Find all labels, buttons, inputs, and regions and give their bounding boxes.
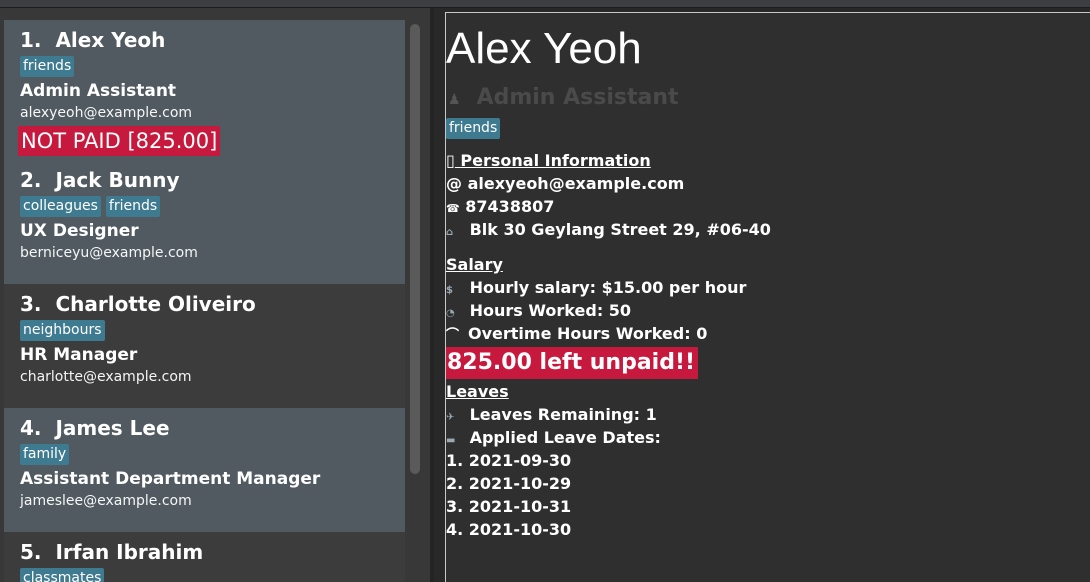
person-name: 3. Charlotte Oliveiro [20, 292, 256, 316]
leaves-remaining: ✈ Leaves Remaining: 1 [446, 404, 657, 429]
calendar-icon: ▬ [446, 435, 456, 446]
person-detail-panel: Alex Yeoh ♟ Admin Assistant friends ▯ Per… [445, 12, 1090, 582]
dollar-icon: $ [446, 285, 453, 296]
tag-badge: friends [105, 196, 161, 217]
person-card[interactable]: 2. Jack Bunny colleagues friends UX Desig… [4, 160, 405, 284]
salary-heading: Salary [446, 255, 503, 274]
detail-phone: ☎ 87438807 [446, 197, 555, 216]
at-icon: @ [446, 174, 462, 193]
leave-date: 1. 2021-09-30 [446, 451, 572, 470]
list-scrollbar[interactable] [410, 24, 420, 474]
tag-badge: colleagues [20, 196, 101, 217]
overtime-hours: ⌒ Overtime Hours Worked: 0 [446, 323, 707, 347]
overtime-icon: ⌒ [446, 328, 460, 343]
person-name: 1. Alex Yeoh [20, 28, 166, 52]
person-role: HR Manager [20, 345, 138, 365]
person-email: charlotte@example.com [20, 369, 192, 385]
applied-leave-heading: ▬ Applied Leave Dates: [446, 427, 661, 452]
tag-badge: friends [20, 56, 75, 77]
person-card[interactable]: 3. Charlotte Oliveiro neighbours HR Mana… [4, 284, 405, 408]
detail-name: Alex Yeoh [446, 24, 642, 73]
personal-info-heading: ▯ Personal Information [446, 151, 651, 170]
person-icon: ♟ [448, 92, 461, 108]
detail-email: @ alexyeoh@example.com [446, 174, 685, 193]
person-role: UX Designer [20, 221, 139, 241]
person-name: 4. James Lee [20, 416, 170, 440]
phone-icon: ☎ [446, 202, 460, 215]
detail-address: ⌂ Blk 30 Geylang Street 29, #06-40 [446, 219, 771, 244]
unpaid-amount-badge: 825.00 left unpaid!! [446, 347, 699, 379]
detail-role: ♟ Admin Assistant [448, 85, 679, 110]
clock-icon: ◔ [446, 308, 455, 319]
person-list-panel: 1. Alex Yeoh friends Admin Assistant ale… [0, 8, 430, 582]
top-toolbar [0, 0, 1090, 8]
person-email: berniceyu@example.com [20, 245, 198, 261]
hourly-salary: $ Hourly salary: $15.00 per hour [446, 277, 746, 302]
person-email: jameslee@example.com [20, 493, 192, 509]
tag-badge: friends [446, 118, 501, 139]
person-role: Assistant Department Manager [20, 469, 321, 489]
tag-badge: classmates [20, 568, 105, 582]
unpaid-badge: NOT PAID [825.00] [18, 126, 221, 156]
person-card[interactable]: 5. Irfan Ibrahim classmates [4, 532, 405, 582]
detail-tag: friends [446, 117, 505, 139]
tag-badge: family [20, 444, 70, 465]
person-role: Admin Assistant [20, 81, 177, 101]
tag-badge: neighbours [20, 320, 105, 341]
person-card[interactable]: 4. James Lee family Assistant Department… [4, 408, 405, 532]
person-card[interactable]: 1. Alex Yeoh friends Admin Assistant ale… [4, 20, 405, 160]
hours-worked: ◔ Hours Worked: 50 [446, 300, 631, 325]
person-email: alexyeoh@example.com [20, 105, 193, 121]
person-name: 5. Irfan Ibrahim [20, 540, 204, 564]
leave-date: 2. 2021-10-29 [446, 474, 572, 493]
leave-date: 4. 2021-10-30 [446, 520, 572, 539]
leave-date: 3. 2021-10-31 [446, 497, 572, 516]
home-icon: ⌂ [446, 227, 454, 238]
plane-icon: ✈ [446, 412, 455, 423]
leaves-heading: Leaves [446, 382, 509, 401]
info-icon: ▯ [446, 151, 455, 170]
person-name: 2. Jack Bunny [20, 168, 180, 192]
